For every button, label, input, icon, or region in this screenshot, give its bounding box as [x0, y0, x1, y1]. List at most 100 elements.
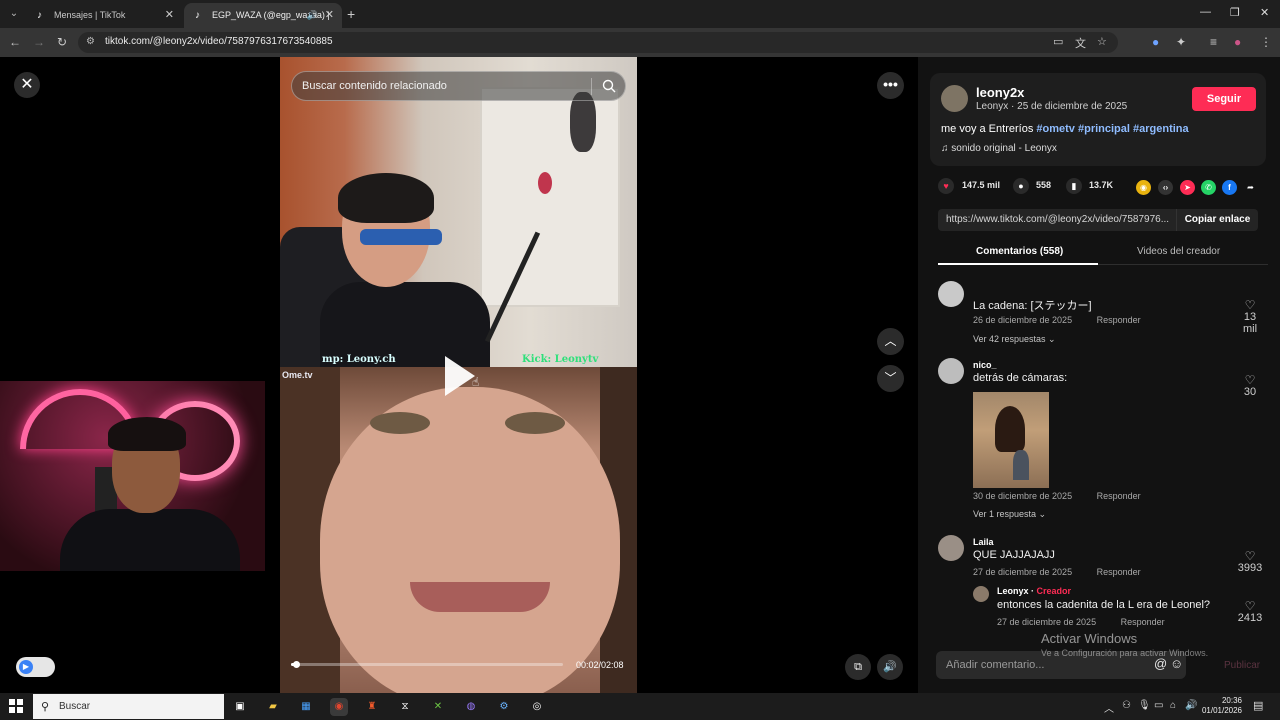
send-icon[interactable]: ➤	[1180, 180, 1195, 195]
steam-icon[interactable]: ⚙	[495, 698, 513, 716]
translate-icon[interactable]: 文	[1075, 35, 1086, 51]
music-link[interactable]: ♫ sonido original - Leonyx	[941, 143, 1057, 154]
tab-egp-waza[interactable]: ♪ EGP_WAZA (@egp_wazaa) | 🔊 ✕	[184, 3, 342, 28]
profile-avatar-icon[interactable]: ●	[1234, 34, 1241, 50]
hashtag-link[interactable]: #ometv	[1036, 123, 1075, 135]
bookmark-star-icon[interactable]: ☆	[1097, 35, 1107, 48]
minimize-icon[interactable]: —	[1200, 6, 1211, 18]
network-icon[interactable]: ⌂	[1170, 700, 1176, 711]
play-icon[interactable]	[445, 356, 475, 396]
avatar[interactable]	[941, 85, 968, 112]
taskbar-search-input[interactable]: ⚲ Buscar	[33, 694, 224, 719]
music-title: sonido original - Leonyx	[951, 143, 1057, 154]
view-replies-button[interactable]: Ver 42 respuestas ⌄	[973, 334, 1056, 345]
close-tab-icon[interactable]: ✕	[325, 3, 334, 28]
floating-player-icon[interactable]: ⧉	[845, 654, 871, 680]
tab-search-icon[interactable]: ⌄	[6, 6, 22, 22]
close-window-icon[interactable]: ✕	[1260, 6, 1269, 19]
publish-button[interactable]: Publicar	[1224, 660, 1260, 671]
video-progress-bar[interactable]	[291, 661, 563, 668]
hashtag-link[interactable]: #argentina	[1133, 123, 1189, 135]
more-options-icon[interactable]: •••	[877, 72, 904, 99]
restore-icon[interactable]: ❐	[1230, 6, 1240, 19]
embed-icon[interactable]: ‹›	[1158, 180, 1173, 195]
video-area: ✕ mp: Leony.ch Kick: Leonytv Ome.tv Busc…	[0, 57, 918, 693]
task-view-icon[interactable]: ▣	[231, 698, 249, 716]
cast-icon[interactable]: ▭	[1053, 35, 1063, 48]
author-username[interactable]: leony2x	[976, 85, 1024, 100]
extension-icon[interactable]: ●	[1152, 34, 1159, 50]
tab-comments[interactable]: Comentarios (558)	[976, 246, 1063, 257]
search-icon[interactable]	[601, 78, 617, 94]
comment-username[interactable]: nico_	[973, 360, 997, 370]
comment-like[interactable]: ♡ 3993	[1236, 550, 1264, 574]
volume-icon[interactable]: 🔊	[877, 654, 903, 680]
back-icon[interactable]: ←	[9, 34, 21, 50]
audio-icon[interactable]: 🔊	[307, 3, 318, 28]
reply-button[interactable]: Responder	[1097, 567, 1141, 577]
hashtag-link[interactable]: #principal	[1078, 123, 1130, 135]
comment-icon[interactable]: ●	[1013, 178, 1029, 194]
comment-count: 558	[1036, 180, 1052, 190]
related-search-input[interactable]: Buscar contenido relacionado	[291, 71, 626, 101]
previous-video-icon[interactable]: ︿	[877, 328, 904, 355]
coin-icon[interactable]: ◉	[1136, 180, 1151, 195]
url-text[interactable]: tiktok.com/@leony2x/video/75879763176735…	[105, 36, 333, 47]
site-info-icon[interactable]: ⚙	[86, 36, 95, 47]
avatar[interactable]	[938, 358, 964, 384]
reply-button[interactable]: Responder	[1097, 315, 1141, 325]
avatar[interactable]	[938, 281, 964, 307]
reply-button[interactable]: Responder	[1121, 617, 1165, 627]
store-icon[interactable]: ▦	[297, 698, 315, 716]
mention-icon[interactable]: @	[1154, 656, 1167, 671]
next-video-icon[interactable]: ﹀	[877, 365, 904, 392]
share-arrow-icon[interactable]: ➦	[1243, 180, 1258, 195]
avatar[interactable]	[938, 535, 964, 561]
tab-creator-videos[interactable]: Videos del creador	[1137, 246, 1220, 257]
facebook-icon[interactable]: f	[1222, 180, 1237, 195]
close-icon[interactable]: ✕	[14, 72, 40, 98]
extensions-puzzle-icon[interactable]: ✦	[1176, 34, 1186, 50]
obs-icon[interactable]: ◎	[528, 698, 546, 716]
display-icon[interactable]: ▭	[1154, 700, 1163, 711]
windows-start-icon[interactable]	[9, 699, 23, 713]
brave-icon[interactable]: ♜	[363, 698, 381, 716]
comment-like[interactable]: ♡ 30	[1236, 374, 1264, 398]
forward-icon[interactable]: →	[33, 34, 45, 50]
avatar[interactable]	[973, 586, 989, 602]
autoscroll-toggle[interactable]: ▶	[16, 657, 55, 677]
copy-link-button[interactable]: Copiar enlace	[1176, 209, 1258, 231]
reload-icon[interactable]: ↻	[57, 34, 67, 50]
share-link-text[interactable]: https://www.tiktok.com/@leony2x/video/75…	[946, 214, 1176, 225]
chrome-icon[interactable]: ◉	[330, 698, 348, 716]
new-tab-button[interactable]: +	[347, 6, 355, 22]
menu-kebab-icon[interactable]: ⋮	[1260, 34, 1272, 50]
comment-like[interactable]: ♡ 2413	[1236, 600, 1264, 624]
address-bar[interactable]: ⚙ tiktok.com/@leony2x/video/758797631767…	[78, 32, 1118, 53]
comment-username[interactable]: Laila	[973, 537, 994, 547]
comment-like[interactable]: ♡ 13 mil	[1236, 299, 1264, 335]
system-clock[interactable]: 20:36 01/01/2026	[1198, 696, 1242, 716]
media-icon[interactable]: ≡	[1210, 34, 1217, 50]
xbox-icon[interactable]: ✕	[429, 698, 447, 716]
bookmark-icon[interactable]: ▮	[1066, 178, 1082, 194]
tray-chevron-icon[interactable]: ︿	[1104, 700, 1114, 715]
notification-icon[interactable]: ▤	[1253, 699, 1263, 712]
comment-image[interactable]	[973, 392, 1049, 488]
emoji-icon[interactable]: ☺	[1170, 656, 1183, 671]
mic-icon[interactable]: 🎙	[1138, 700, 1151, 711]
capcut-icon[interactable]: ⧖	[396, 698, 414, 716]
reply-button[interactable]: Responder	[1097, 491, 1141, 501]
tab-mensajes[interactable]: ♪ Mensajes | TikTok ✕	[26, 3, 182, 28]
tray-app-icon[interactable]: ⚇	[1122, 700, 1131, 711]
close-tab-icon[interactable]: ✕	[165, 3, 174, 28]
whatsapp-icon[interactable]: ✆	[1201, 180, 1216, 195]
discord-icon[interactable]: ◍	[462, 698, 480, 716]
video-player[interactable]: mp: Leony.ch Kick: Leonytv Ome.tv Buscar…	[280, 57, 637, 693]
file-explorer-icon[interactable]: ▰	[264, 698, 282, 716]
view-replies-button[interactable]: Ver 1 respuesta ⌄	[973, 509, 1046, 520]
volume-icon[interactable]: 🔊	[1185, 700, 1197, 711]
follow-button[interactable]: Seguir	[1192, 87, 1256, 111]
comment-username[interactable]: Leonyx · Creador	[997, 586, 1071, 596]
heart-icon[interactable]: ♥	[938, 178, 954, 194]
